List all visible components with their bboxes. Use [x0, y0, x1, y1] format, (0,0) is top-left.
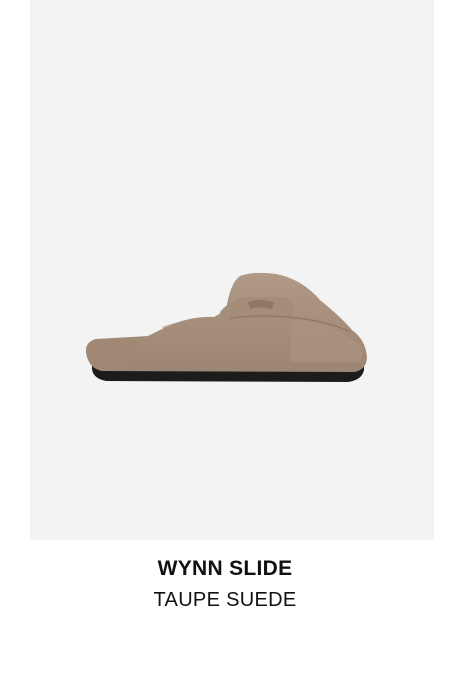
- product-image[interactable]: [30, 0, 434, 540]
- product-card[interactable]: WYNN SLIDE TAUPE SUEDE: [0, 0, 450, 688]
- shoe-image: [85, 272, 367, 382]
- product-color-label: TAUPE SUEDE: [153, 589, 297, 611]
- product-name[interactable]: WYNN SLIDE: [0, 557, 450, 581]
